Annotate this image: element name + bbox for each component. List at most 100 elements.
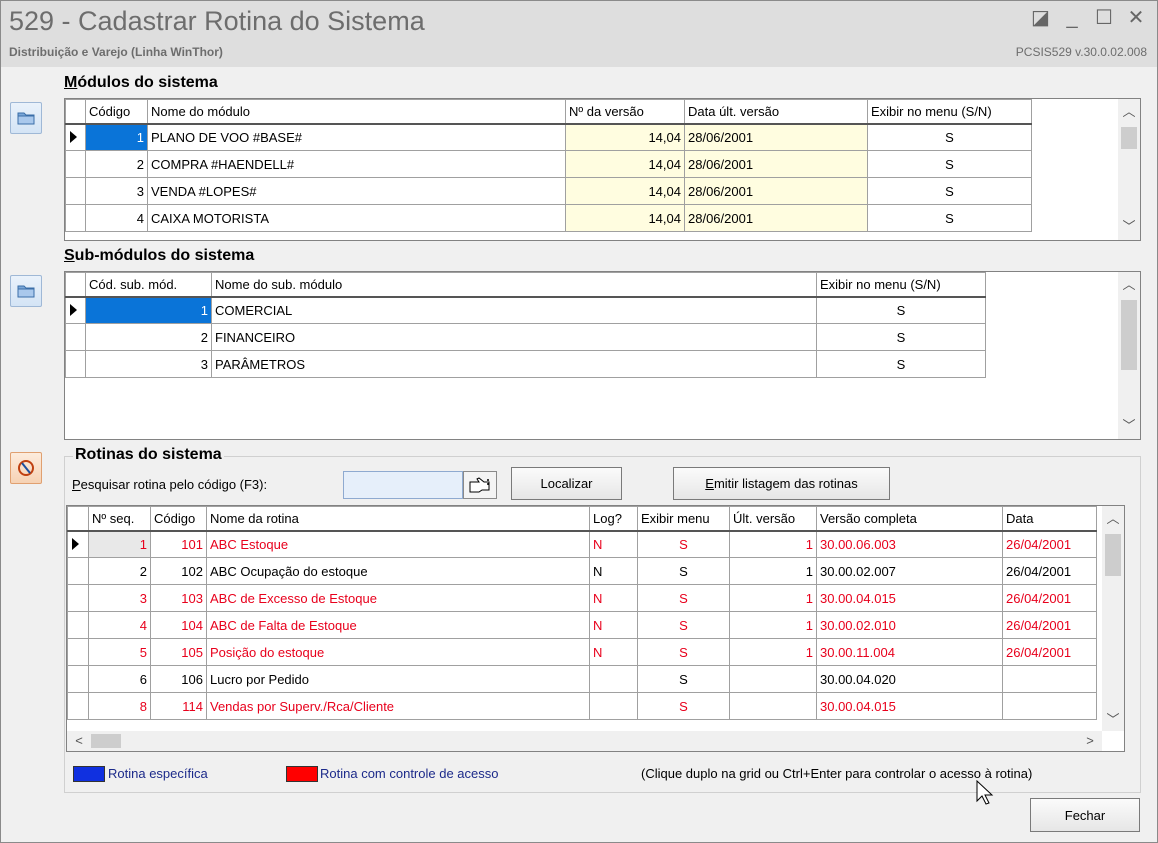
cell-nome[interactable]: VENDA #LOPES# xyxy=(147,177,566,205)
cell-data[interactable]: 28/06/2001 xyxy=(684,150,868,178)
table-row[interactable]: 1 PLANO DE VOO #BASE# 14,04 28/06/2001 S xyxy=(65,123,1032,151)
row-indicator[interactable] xyxy=(67,557,89,585)
col-codigo[interactable]: Código xyxy=(150,506,207,532)
cell-codigo[interactable]: 2 xyxy=(85,150,148,178)
scroll-down-icon[interactable]: ﹀ xyxy=(1118,216,1140,238)
col-log[interactable]: Log? xyxy=(589,506,638,532)
cell-ult-versao[interactable]: 1 xyxy=(729,638,817,666)
col-exibir-menu[interactable]: Exibir no menu (S/N) xyxy=(816,272,986,298)
close-icon[interactable]: ✕ xyxy=(1127,7,1145,29)
scroll-thumb[interactable] xyxy=(91,734,121,748)
localizar-button[interactable]: Localizar xyxy=(511,467,622,500)
cell-ult-versao[interactable] xyxy=(729,692,817,720)
submodulos-grid[interactable]: Cód. sub. mód. Nome do sub. módulo Exibi… xyxy=(64,271,1141,440)
col-cod-submodulo[interactable]: Cód. sub. mód. xyxy=(85,272,212,298)
cell-seq[interactable]: 6 xyxy=(88,665,151,693)
cell-codigo[interactable]: 1 xyxy=(85,296,212,324)
cell-data[interactable] xyxy=(1002,665,1097,693)
cell-exibir[interactable]: S xyxy=(867,204,1032,232)
row-indicator[interactable] xyxy=(65,177,86,205)
cell-codigo[interactable]: 114 xyxy=(150,692,207,720)
cell-exibir[interactable]: S xyxy=(637,638,730,666)
cell-versao[interactable]: 14,04 xyxy=(565,204,685,232)
table-row[interactable]: 3 103 ABC de Excesso de Estoque N S 1 30.00.04… xyxy=(67,584,1097,612)
cell-codigo[interactable]: 104 xyxy=(150,611,207,639)
cell-seq[interactable]: 8 xyxy=(88,692,151,720)
cell-seq[interactable]: 5 xyxy=(88,638,151,666)
cell-versao-completa[interactable]: 30.00.04.020 xyxy=(816,665,1003,693)
cell-versao-completa[interactable]: 30.00.02.007 xyxy=(816,557,1003,585)
cell-exibir[interactable]: S xyxy=(816,323,986,351)
table-row[interactable]: 2 FINANCEIRO S xyxy=(65,323,986,351)
cell-seq[interactable]: 4 xyxy=(88,611,151,639)
row-indicator[interactable] xyxy=(67,530,89,558)
row-indicator[interactable] xyxy=(67,584,89,612)
cell-exibir[interactable]: S xyxy=(867,177,1032,205)
table-row[interactable]: 2 102 ABC Ocupação do estoque N S 1 30.00.02.0… xyxy=(67,557,1097,585)
cell-log[interactable]: N xyxy=(589,638,638,666)
cell-versao[interactable]: 14,04 xyxy=(565,150,685,178)
rotinas-grid[interactable]: Nº seq. Código Nome da rotina Log? Exibi… xyxy=(66,505,1125,752)
cell-codigo[interactable]: 3 xyxy=(85,177,148,205)
col-versao-completa[interactable]: Versão completa xyxy=(816,506,1003,532)
col-data-versao[interactable]: Data últ. versão xyxy=(684,99,868,125)
cell-nome[interactable]: COMERCIAL xyxy=(211,296,817,324)
rotinas-vscrollbar[interactable]: ︿ ﹀ xyxy=(1102,506,1124,731)
cell-seq[interactable]: 1 xyxy=(88,530,151,558)
scroll-up-icon[interactable]: ︿ xyxy=(1102,508,1124,530)
submodulos-open-button[interactable] xyxy=(10,275,42,307)
row-indicator[interactable] xyxy=(65,350,86,378)
cell-nome[interactable]: Lucro por Pedido xyxy=(206,665,590,693)
table-row[interactable]: 6 106 Lucro por Pedido S 30.00.04.020 xyxy=(67,665,1097,693)
cell-codigo[interactable]: 103 xyxy=(150,584,207,612)
cell-exibir[interactable]: S xyxy=(867,123,1032,151)
row-indicator[interactable] xyxy=(67,665,89,693)
col-nome-modulo[interactable]: Nome do módulo xyxy=(147,99,566,125)
table-row[interactable]: 4 CAIXA MOTORISTA 14,04 28/06/2001 S xyxy=(65,204,1032,232)
col-exibir-menu[interactable]: Exibir menu xyxy=(637,506,730,532)
row-indicator[interactable] xyxy=(65,296,86,324)
cell-ult-versao[interactable]: 1 xyxy=(729,530,817,558)
submodulos-vscrollbar[interactable]: ︿ ﹀ xyxy=(1118,272,1140,439)
cell-ult-versao[interactable]: 1 xyxy=(729,584,817,612)
col-seq[interactable]: Nº seq. xyxy=(88,506,151,532)
cell-exibir[interactable]: S xyxy=(637,665,730,693)
cell-versao-completa[interactable]: 30.00.04.015 xyxy=(816,584,1003,612)
search-lookup-button[interactable] xyxy=(463,471,497,499)
cell-data[interactable]: 28/06/2001 xyxy=(684,123,868,151)
cell-codigo[interactable]: 1 xyxy=(85,123,148,151)
emitir-listagem-button[interactable]: Emitir listagem das rotinas xyxy=(673,467,890,500)
cell-nome[interactable]: ABC Estoque xyxy=(206,530,590,558)
scroll-right-icon[interactable]: > xyxy=(1080,731,1100,751)
cell-nome[interactable]: ABC Ocupação do estoque xyxy=(206,557,590,585)
table-row[interactable]: 3 VENDA #LOPES# 14,04 28/06/2001 S xyxy=(65,177,1032,205)
cell-log[interactable]: N xyxy=(589,530,638,558)
cell-log[interactable]: N xyxy=(589,584,638,612)
table-row[interactable]: 1 101 ABC Estoque N S 1 30.00.06.003 26/04/2001 xyxy=(67,530,1097,558)
cell-exibir[interactable]: S xyxy=(637,692,730,720)
scroll-down-icon[interactable]: ﹀ xyxy=(1102,709,1124,731)
col-ult-versao[interactable]: Últ. versão xyxy=(729,506,817,532)
cell-nome[interactable]: Posição do estoque xyxy=(206,638,590,666)
rotinas-hscrollbar[interactable]: < > xyxy=(67,731,1102,751)
col-data[interactable]: Data xyxy=(1002,506,1097,532)
cell-log[interactable]: N xyxy=(589,557,638,585)
cell-ult-versao[interactable] xyxy=(729,665,817,693)
cell-ult-versao[interactable]: 1 xyxy=(729,611,817,639)
cell-codigo[interactable]: 3 xyxy=(85,350,212,378)
cell-data[interactable]: 26/04/2001 xyxy=(1002,611,1097,639)
cell-data[interactable]: 26/04/2001 xyxy=(1002,584,1097,612)
cell-exibir[interactable]: S xyxy=(637,530,730,558)
fechar-button[interactable]: Fechar xyxy=(1030,798,1140,832)
cell-data[interactable]: 26/04/2001 xyxy=(1002,638,1097,666)
table-row[interactable]: 8 114 Vendas por Superv./Rca/Cliente S 30.00… xyxy=(67,692,1097,720)
rotinas-action-button[interactable] xyxy=(10,452,42,484)
cell-versao-completa[interactable]: 30.00.11.004 xyxy=(816,638,1003,666)
cell-data[interactable] xyxy=(1002,692,1097,720)
cell-versao-completa[interactable]: 30.00.04.015 xyxy=(816,692,1003,720)
cell-codigo[interactable]: 105 xyxy=(150,638,207,666)
row-indicator[interactable] xyxy=(65,323,86,351)
row-indicator[interactable] xyxy=(67,692,89,720)
cell-nome[interactable]: FINANCEIRO xyxy=(211,323,817,351)
cell-ult-versao[interactable]: 1 xyxy=(729,557,817,585)
